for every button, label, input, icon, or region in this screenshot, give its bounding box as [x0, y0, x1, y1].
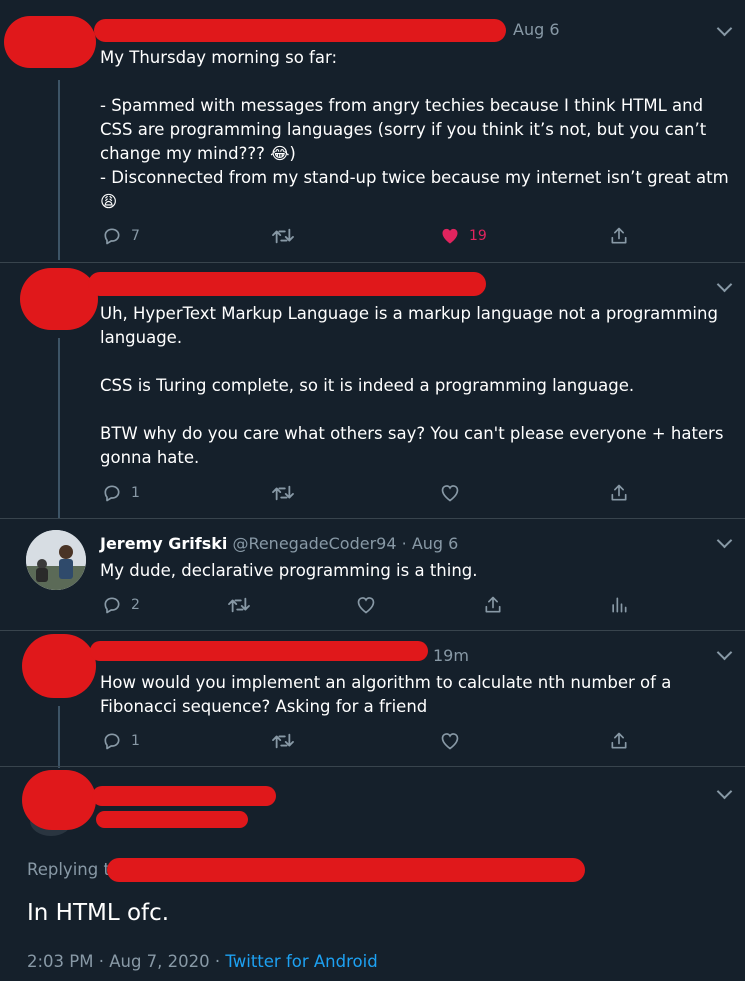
retweet-button[interactable] [272, 483, 294, 503]
reply-button[interactable]: 1 [102, 483, 140, 503]
tweet-timestamp[interactable]: 2:03 PM · Aug 7, 2020 · [27, 952, 220, 971]
tweet-header: Jeremy Grifski @RenegadeCoder94 · Aug 6 [100, 534, 458, 553]
chevron-down-icon[interactable] [716, 276, 733, 293]
reply-count: 1 [131, 733, 140, 749]
avatar[interactable] [26, 530, 86, 590]
share-button[interactable] [609, 731, 629, 751]
reply-button[interactable]: 1 [102, 731, 140, 751]
thread-line [58, 706, 60, 768]
window-edge [745, 0, 756, 981]
tweet-date[interactable]: 19m [433, 646, 469, 665]
reply-icon [104, 733, 120, 750]
reply-count: 7 [131, 228, 140, 244]
retweet-button[interactable] [272, 226, 294, 246]
share-icon [485, 596, 501, 613]
avatar-photo [26, 530, 86, 590]
author-handle[interactable]: @RenegadeCoder94 [232, 534, 396, 553]
divider [0, 262, 745, 263]
like-button[interactable] [356, 595, 376, 615]
redacted-author [92, 786, 276, 806]
retweet-icon [272, 485, 294, 501]
separator: · [401, 534, 407, 553]
retweet-icon [272, 228, 294, 244]
like-button[interactable]: 19 [440, 226, 487, 246]
chevron-down-icon[interactable] [716, 644, 733, 661]
redacted-avatar [22, 634, 96, 698]
tweet-body: My Thursday morning so far: - Spammed wi… [100, 48, 729, 211]
tweet-date: Aug 6 [513, 20, 560, 39]
redacted-avatar [20, 268, 98, 330]
replying-to: Replying t [27, 860, 110, 879]
like-button[interactable] [440, 731, 460, 751]
like-icon [442, 228, 458, 244]
reply-icon [104, 228, 120, 245]
tweet-body: How would you implement an algorithm to … [100, 673, 677, 716]
chevron-down-icon[interactable] [716, 783, 733, 800]
share-button[interactable] [609, 483, 629, 503]
retweet-button[interactable] [228, 595, 250, 615]
like-icon [441, 733, 459, 750]
retweet-button[interactable] [272, 731, 294, 751]
chevron-down-icon[interactable] [716, 20, 733, 37]
redacted-author [94, 19, 506, 42]
reply-icon [104, 597, 120, 614]
share-button[interactable] [483, 595, 503, 615]
divider [0, 518, 745, 519]
reply-button[interactable]: 2 [102, 595, 140, 615]
tweet-meta: 2:03 PM · Aug 7, 2020 · Twitter for Andr… [27, 952, 378, 971]
tweet-date[interactable]: Aug 6 [412, 534, 459, 553]
twitter-thread: Aug 6 My Thursday morning so far: - Spam… [0, 0, 756, 981]
share-icon [611, 484, 627, 501]
redacted-author [88, 272, 486, 296]
tweet-body: In HTML ofc. [27, 900, 170, 926]
redacted-reply-target [107, 858, 585, 882]
share-icon [611, 227, 627, 244]
divider [0, 766, 745, 767]
like-button[interactable] [440, 483, 460, 503]
reply-count: 1 [131, 485, 140, 501]
redacted-handle [96, 811, 248, 828]
like-icon [357, 597, 375, 614]
retweet-icon [228, 597, 250, 613]
retweet-icon [272, 733, 294, 749]
redacted-author [90, 641, 428, 661]
chevron-down-icon[interactable] [716, 532, 733, 549]
redacted-avatar [4, 16, 96, 68]
analytics-button[interactable] [609, 595, 629, 615]
reply-count: 2 [131, 597, 140, 613]
like-count: 19 [469, 228, 487, 244]
thread-line [58, 338, 60, 518]
divider [0, 630, 745, 631]
reply-icon [104, 485, 120, 502]
share-button[interactable] [609, 226, 629, 246]
share-icon [611, 732, 627, 749]
analytics-icon [612, 597, 627, 613]
like-icon [441, 485, 459, 502]
redacted-avatar [22, 770, 96, 830]
thread-line [58, 80, 60, 260]
author-name[interactable]: Jeremy Grifski [100, 534, 227, 553]
tweet-body: Uh, HyperText Markup Language is a marku… [100, 304, 724, 467]
tweet-body: My dude, declarative programming is a th… [100, 561, 478, 580]
reply-button[interactable]: 7 [102, 226, 140, 246]
tweet-source-link[interactable]: Twitter for Android [225, 952, 377, 971]
